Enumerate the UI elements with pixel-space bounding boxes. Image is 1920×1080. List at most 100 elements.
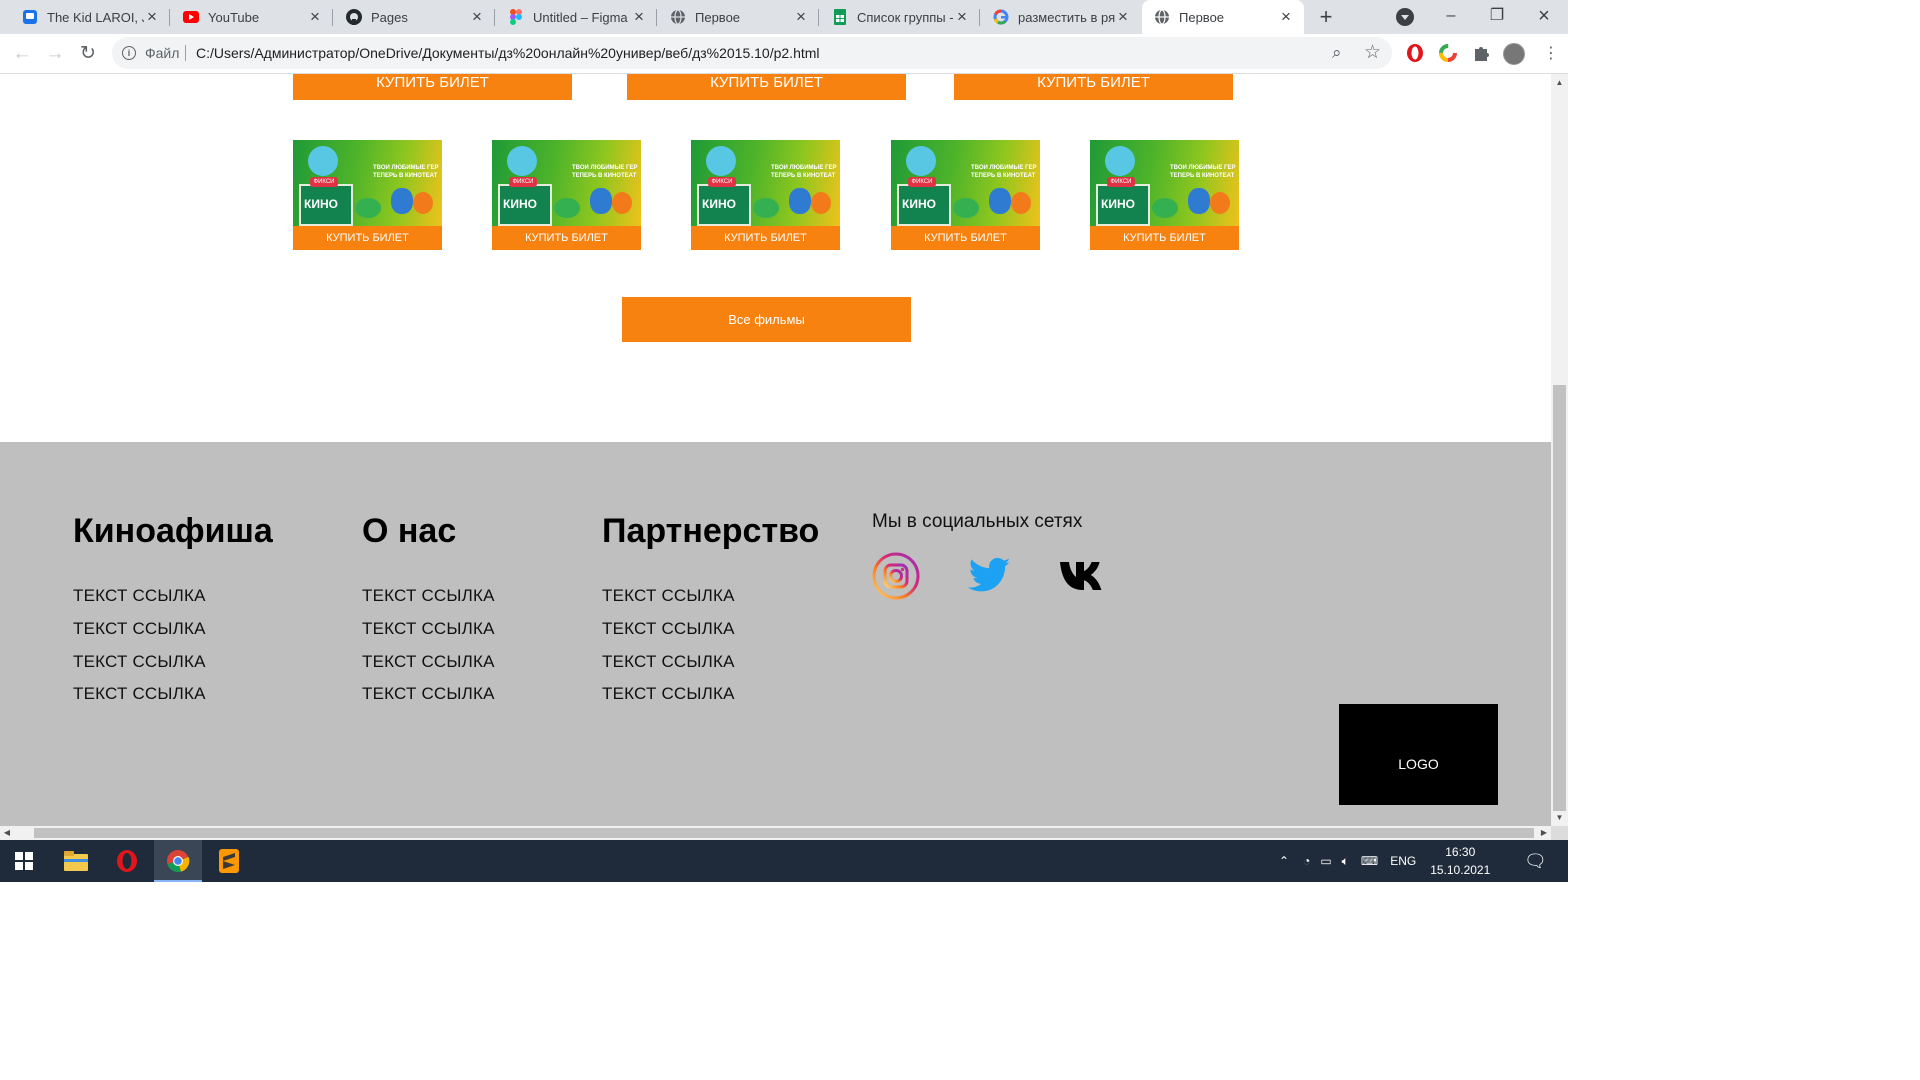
footer-link[interactable]: ТЕКСТ ССЫЛКА (362, 652, 495, 672)
vertical-scroll-thumb[interactable] (1553, 385, 1566, 811)
vertical-scrollbar[interactable]: ▲ ▼ (1551, 74, 1568, 826)
close-tab-icon[interactable]: × (631, 8, 647, 25)
poster-slogan-line: ТЕПЕРЬ В КИНОТЕАТ (1170, 173, 1235, 179)
movie-poster[interactable]: КИНО ФИКСИ ТВОИ ЛЮБИМЫЕ ГЕР ТЕПЕРЬ В КИНО… (691, 140, 840, 226)
colorful-extension-icon[interactable] (1438, 43, 1458, 63)
horizontal-scrollbar[interactable]: ◀ ▶ (0, 826, 1551, 840)
vk-icon[interactable] (1060, 560, 1112, 592)
restore-button[interactable]: ❐ (1474, 0, 1520, 34)
tab-pervoe-active[interactable]: Первое × (1142, 0, 1304, 34)
footer-link[interactable]: ТЕКСТ ССЫЛКА (362, 586, 495, 606)
info-icon[interactable]: i (122, 46, 136, 60)
movie-poster[interactable]: КИНО ФИКСИ ТВОИ ЛЮБИМЫЕ ГЕР ТЕПЕРЬ В КИНО… (293, 140, 442, 226)
clock-time: 16:30 (1445, 845, 1476, 859)
footer-link[interactable]: ТЕКСТ ССЫЛКА (602, 619, 735, 639)
tab-pages[interactable]: Pages × (334, 0, 495, 34)
footer-link[interactable]: ТЕКСТ ССЫЛКА (73, 619, 206, 639)
opera-icon[interactable] (103, 840, 151, 882)
close-tab-icon[interactable]: × (1115, 8, 1131, 25)
tab-group-list[interactable]: Список группы - × (820, 0, 980, 34)
close-tab-icon[interactable]: × (307, 8, 323, 25)
windows-start-icon[interactable] (0, 840, 48, 882)
close-tab-icon[interactable]: × (144, 8, 160, 25)
sublime-text-icon[interactable] (205, 840, 253, 882)
twitter-icon[interactable] (968, 556, 1012, 596)
buy-ticket-button[interactable]: КУПИТЬ БИЛЕТ (954, 74, 1233, 100)
chrome-icon[interactable] (154, 840, 202, 882)
tab-google-search[interactable]: разместить в ряд × (981, 0, 1141, 34)
card-buy-ticket-button[interactable]: КУПИТЬ БИЛЕТ (891, 226, 1040, 250)
battery-icon[interactable]: ▭ (1320, 854, 1331, 868)
file-explorer-icon[interactable] (52, 840, 100, 882)
chat-icon (22, 9, 38, 25)
close-tab-icon[interactable]: × (954, 8, 970, 25)
back-button[interactable]: ← (9, 41, 35, 67)
scroll-right-arrow-icon[interactable]: ▶ (1537, 826, 1551, 840)
menu-kebab-icon[interactable]: ⋮ (1538, 41, 1564, 67)
horizontal-scroll-thumb[interactable] (34, 828, 1534, 838)
figma-icon (508, 9, 524, 25)
logo[interactable]: LOGO (1339, 704, 1498, 805)
buy-ticket-button[interactable]: КУПИТЬ БИЛЕТ (627, 74, 906, 100)
new-tab-button[interactable]: + (1313, 5, 1339, 31)
wifi-icon[interactable]: ◔ (1303, 854, 1310, 868)
volume-icon[interactable]: 🔈︎ (1342, 854, 1349, 869)
instagram-icon[interactable] (872, 552, 920, 600)
minimize-button[interactable]: – (1428, 0, 1474, 34)
card-buy-ticket-button[interactable]: КУПИТЬ БИЛЕТ (691, 226, 840, 250)
clock[interactable]: 16:30 15.10.2021 (1430, 843, 1490, 879)
poster-character (1011, 192, 1031, 214)
scroll-up-arrow-icon[interactable]: ▲ (1551, 74, 1568, 91)
card-buy-ticket-button[interactable]: КУПИТЬ БИЛЕТ (293, 226, 442, 250)
poster-tag: ФИКСИ (908, 177, 936, 187)
tab-figma[interactable]: Untitled – Figma × (496, 0, 657, 34)
bookmark-star-icon[interactable]: ☆ (1364, 41, 1381, 64)
footer-link[interactable]: ТЕКСТ ССЫЛКА (73, 652, 206, 672)
zoom-icon[interactable]: ⌕ (1332, 43, 1342, 63)
poster-character (355, 198, 381, 218)
tab-youtube[interactable]: YouTube × (171, 0, 333, 34)
movie-card[interactable]: КИНО ФИКСИ ТВОИ ЛЮБИМЫЕ ГЕР ТЕПЕРЬ В КИНО… (891, 140, 1040, 250)
forward-button[interactable]: → (42, 41, 68, 67)
movie-poster[interactable]: КИНО ФИКСИ ТВОИ ЛЮБИМЫЕ ГЕР ТЕПЕРЬ В КИНО… (891, 140, 1040, 226)
tab-pervoe-1[interactable]: Первое × (658, 0, 819, 34)
keyboard-icon[interactable]: ⌨ (1361, 854, 1378, 868)
notifications-icon[interactable]: 🗨︎ (1524, 840, 1548, 882)
footer-link[interactable]: ТЕКСТ ССЫЛКА (73, 586, 206, 606)
footer-link[interactable]: ТЕКСТ ССЫЛКА (362, 619, 495, 639)
close-window-button[interactable]: × (1521, 0, 1567, 34)
footer-link[interactable]: ТЕКСТ ССЫЛКА (602, 684, 735, 704)
footer-link[interactable]: ТЕКСТ ССЫЛКА (362, 684, 495, 704)
movie-poster[interactable]: КИНО ФИКСИ ТВОИ ЛЮБИМЫЕ ГЕР ТЕПЕРЬ В КИНО… (492, 140, 641, 226)
tab-kid-laroi[interactable]: The Kid LAROI, Ju × (10, 0, 170, 34)
movie-card[interactable]: КИНО ФИКСИ ТВОИ ЛЮБИМЫЕ ГЕР ТЕПЕРЬ В КИНО… (293, 140, 442, 250)
movie-card[interactable]: КИНО ФИКСИ ТВОИ ЛЮБИМЫЕ ГЕР ТЕПЕРЬ В КИНО… (691, 140, 840, 250)
profile-avatar[interactable] (1503, 43, 1525, 65)
tab-title: Список группы - (857, 9, 954, 25)
language-indicator[interactable]: ENG (1390, 854, 1416, 868)
address-bar[interactable]: i Файл C:/Users/Администратор/OneDrive/Д… (112, 37, 1392, 69)
reload-button[interactable]: ↻ (75, 41, 101, 67)
poster-logo-box: КИНО (897, 184, 951, 226)
scroll-down-arrow-icon[interactable]: ▼ (1551, 809, 1568, 826)
card-buy-ticket-button[interactable]: КУПИТЬ БИЛЕТ (1090, 226, 1239, 250)
movie-card[interactable]: КИНО ФИКСИ ТВОИ ЛЮБИМЫЕ ГЕР ТЕПЕРЬ В КИНО… (492, 140, 641, 250)
poster-title: КИНО (902, 197, 936, 211)
chevron-up-icon[interactable]: ⌃ (1279, 854, 1289, 868)
opera-extension-icon[interactable] (1405, 43, 1425, 63)
movie-poster[interactable]: КИНО ФИКСИ ТВОИ ЛЮБИМЫЕ ГЕР ТЕПЕРЬ В КИНО… (1090, 140, 1239, 226)
close-tab-icon[interactable]: × (793, 8, 809, 25)
footer-link[interactable]: ТЕКСТ ССЫЛКА (602, 586, 735, 606)
movie-card[interactable]: КИНО ФИКСИ ТВОИ ЛЮБИМЫЕ ГЕР ТЕПЕРЬ В КИНО… (1090, 140, 1239, 250)
buy-ticket-button[interactable]: КУПИТЬ БИЛЕТ (293, 74, 572, 100)
close-tab-icon[interactable]: × (1278, 8, 1294, 25)
footer-link[interactable]: ТЕКСТ ССЫЛКА (73, 684, 206, 704)
card-buy-ticket-button[interactable]: КУПИТЬ БИЛЕТ (492, 226, 641, 250)
scroll-left-arrow-icon[interactable]: ◀ (0, 826, 14, 840)
footer-link[interactable]: ТЕКСТ ССЫЛКА (602, 652, 735, 672)
close-tab-icon[interactable]: × (469, 8, 485, 25)
extensions-puzzle-icon[interactable] (1471, 43, 1491, 63)
all-movies-button[interactable]: Все фильмы (622, 297, 911, 342)
url-text[interactable]: C:/Users/Администратор/OneDrive/Документ… (196, 45, 820, 61)
tab-search-icon[interactable] (1396, 8, 1414, 26)
